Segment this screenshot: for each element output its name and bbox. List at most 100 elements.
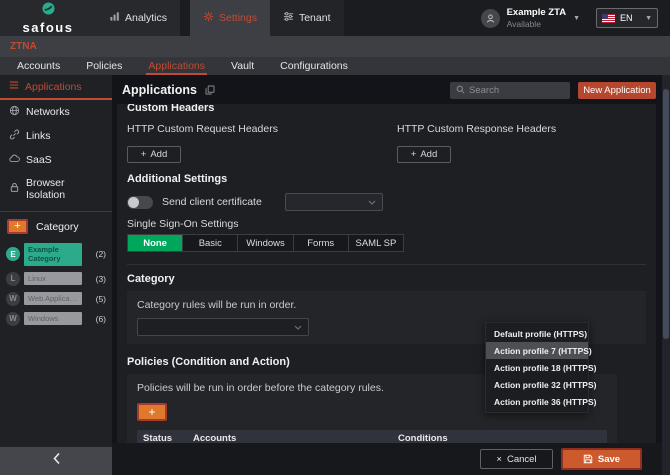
nav-tab-tenant[interactable]: Tenant [270,0,344,36]
nav-tab-label: Settings [219,12,257,24]
category-section-title: Category [127,273,646,285]
vertical-scrollbar[interactable] [662,75,670,475]
menu-item-action-profile-18[interactable]: Action profile 18 (HTTPS) [486,359,588,376]
category-item-linux[interactable]: L Linux (3) [0,269,112,289]
sidebar-item-label: Browser Isolation [26,177,103,201]
brand-logo[interactable]: safous [0,0,96,36]
custom-headers-title: Custom Headers [127,104,646,114]
sso-segmented-control: None Basic Windows Forms SAML SP [127,234,404,252]
top-header: safous Analytics Settings Tenant [0,0,670,36]
safous-logo-icon [42,2,55,20]
sso-settings-label: Single Sign-On Settings [127,218,646,230]
client-certificate-row: Send client certificate [127,193,646,211]
nav-tab-settings[interactable]: Settings [190,0,270,36]
category-item-windows[interactable]: W Windows (6) [0,309,112,329]
client-certificate-toggle[interactable] [127,196,153,209]
sidebar-item-networks[interactable]: Networks [0,100,112,124]
sidebar-collapse-button[interactable] [0,447,112,475]
sso-option-basic[interactable]: Basic [183,235,238,251]
sso-option-forms[interactable]: Forms [294,235,349,251]
sidebar-item-applications[interactable]: Applications [0,75,112,100]
module-label: ZTNA [10,41,37,52]
tab-label: Policies [86,60,122,72]
add-response-header-button[interactable]: + Add [397,146,451,163]
sso-option-none[interactable]: None [128,235,183,251]
category-rules-hint: Category rules will be run in order. [137,299,636,311]
language-label: EN [620,13,640,23]
content-column: Applications New Application Custom Head [112,75,670,475]
sidebar-item-label: SaaS [26,154,52,166]
category-count: (2) [96,249,106,259]
sidebar-item-label: Links [26,130,51,142]
category-count: (6) [96,314,106,324]
category-chip: Web Application [24,292,82,305]
tab-applications[interactable]: Applications [135,57,218,75]
plus-icon: + [411,149,417,160]
globe-icon [9,105,20,119]
nav-tab-analytics[interactable]: Analytics [96,0,180,36]
nav-tab-label: Analytics [125,12,167,24]
cancel-button[interactable]: × Cancel [480,449,553,469]
plus-icon: + [141,149,147,160]
module-bar: ZTNA [0,36,670,57]
sidebar-item-links[interactable]: Links [0,124,112,148]
content-toolbar: Applications New Application [117,79,656,101]
copy-icon[interactable] [205,85,215,95]
chevron-down-icon [294,325,302,330]
category-chip: Example Category [24,243,82,266]
sso-option-saml-sp[interactable]: SAML SP [349,235,403,251]
cancel-label: Cancel [507,454,537,465]
column-conditions: Conditions [398,433,496,444]
sso-option-windows[interactable]: Windows [238,235,293,251]
nav-tab-label: Tenant [299,12,331,24]
page-title: Applications [122,83,197,97]
add-button-label: Add [420,149,437,160]
menu-item-action-profile-32[interactable]: Action profile 32 (HTTPS) [486,376,588,393]
lock-icon [9,182,20,196]
category-item-web-application[interactable]: W Web Application (5) [0,289,112,309]
user-status: Available [507,19,566,29]
sidebar-item-saas[interactable]: SaaS [0,148,112,172]
additional-settings-title: Additional Settings [127,173,646,185]
category-avatar: E [6,247,20,261]
user-meta: Example ZTA Available [507,7,566,29]
sidebar-item-browser-isolation[interactable]: Browser Isolation [0,172,112,206]
sidebar: Applications Networks Links SaaS [0,75,112,475]
gear-icon [203,11,214,25]
save-button[interactable]: Save [561,448,642,470]
response-headers-label: HTTP Custom Response Headers [397,123,646,135]
category-item-example[interactable]: E Example Category (2) [0,240,112,269]
new-application-button[interactable]: New Application [578,82,656,99]
tab-configurations[interactable]: Configurations [267,57,361,75]
category-avatar: L [6,272,20,286]
section-tabbar: Accounts Policies Applications Vault Con… [0,57,670,75]
menu-item-action-profile-36[interactable]: Action profile 36 (HTTPS) [486,393,588,410]
tab-label: Configurations [280,60,348,72]
link-icon [9,129,20,143]
scrollbar-thumb[interactable] [663,89,669,339]
tab-accounts[interactable]: Accounts [4,57,73,75]
cloud-icon [9,153,20,167]
action-profile-dropdown-menu: Default profile (HTTPS) Action profile 7… [485,322,589,413]
brand-block: safous Analytics [0,0,180,36]
analytics-icon [109,11,120,25]
menu-item-action-profile-7[interactable]: Action profile 7 (HTTPS) [486,342,588,359]
body: Applications Networks Links SaaS [0,75,670,475]
category-rule-select[interactable] [137,318,309,336]
user-menu[interactable]: Example ZTA Available ▼ [481,0,580,36]
save-label: Save [598,454,620,465]
search-input[interactable] [469,85,564,96]
tab-vault[interactable]: Vault [218,57,267,75]
us-flag-icon [602,14,615,23]
user-name: Example ZTA [507,7,566,18]
toggle-knob [128,197,139,208]
add-policy-button[interactable]: + [137,403,167,421]
brand-name: safous [23,21,74,34]
language-selector[interactable]: EN ▼ [596,8,658,28]
add-request-header-button[interactable]: + Add [127,146,181,163]
category-count: (3) [96,274,106,284]
menu-item-default-profile[interactable]: Default profile (HTTPS) [486,325,588,342]
tab-policies[interactable]: Policies [73,57,135,75]
client-certificate-select[interactable] [285,193,383,211]
add-category-button[interactable]: + [7,219,28,234]
